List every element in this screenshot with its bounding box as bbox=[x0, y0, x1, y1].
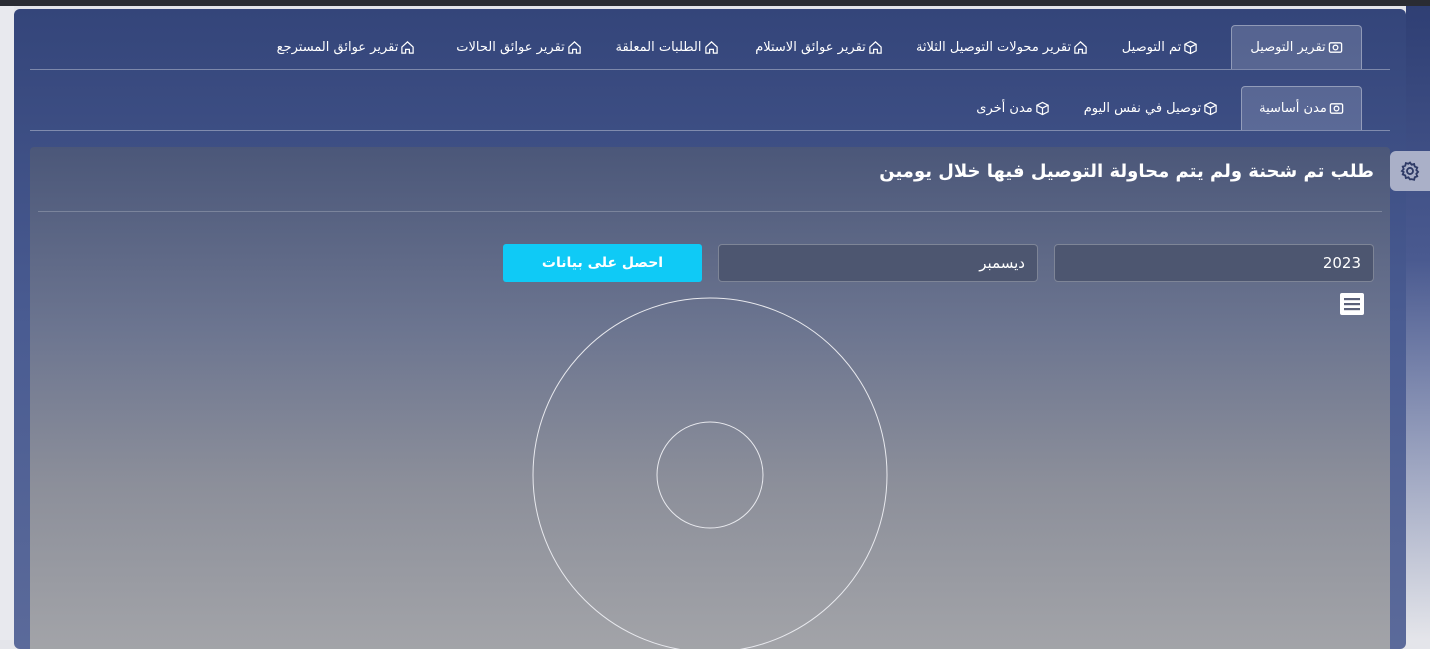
box-icon bbox=[1204, 101, 1218, 115]
right-page-edge bbox=[1406, 6, 1430, 640]
tab-label: تم التوصيل bbox=[1121, 39, 1182, 55]
box-icon bbox=[1036, 101, 1049, 115]
tab-label: تقرير التوصيل bbox=[1250, 40, 1326, 55]
primary-tab-bar: تقرير التوصيل تم التوصيل تقرير محولات ال… bbox=[30, 25, 1390, 70]
get-data-button[interactable]: احصل على بيانات bbox=[503, 244, 702, 282]
home-icon bbox=[704, 40, 718, 54]
month-select[interactable]: ديسمبر bbox=[718, 244, 1038, 282]
tab-pending-orders[interactable]: الطلبات المعلقة bbox=[610, 25, 724, 69]
camera-icon bbox=[1329, 103, 1344, 114]
tab-delivered[interactable]: تم التوصيل bbox=[1110, 25, 1210, 69]
box-icon bbox=[1184, 40, 1197, 54]
card-title: طلب تم شحنة ولم يتم محاولة التوصيل فيها … bbox=[879, 161, 1374, 182]
inner-ring bbox=[656, 421, 764, 529]
year-select[interactable]: 2023 bbox=[1054, 244, 1374, 282]
left-page-edge bbox=[0, 6, 14, 640]
tab-label: مدن أساسية bbox=[1259, 101, 1327, 116]
hamburger-menu-icon[interactable] bbox=[1340, 293, 1364, 315]
tab-label: تقرير عوائق الحالات bbox=[456, 39, 565, 55]
tab-pickup-obstacles-report[interactable]: تقرير عوائق الاستلام bbox=[746, 25, 892, 69]
tab-main-cities[interactable]: مدن أساسية bbox=[1241, 86, 1362, 130]
donut-chart-placeholder bbox=[532, 297, 888, 649]
tab-delivery-report[interactable]: تقرير التوصيل bbox=[1231, 25, 1362, 69]
tab-label: الطلبات المعلقة bbox=[615, 39, 702, 55]
tab-label: تقرير محولات التوصيل الثلاثة bbox=[915, 39, 1072, 55]
settings-toggle[interactable] bbox=[1390, 151, 1430, 191]
tab-other-cities[interactable]: مدن أخرى bbox=[968, 86, 1058, 130]
gear-icon bbox=[1400, 161, 1420, 181]
tab-label: توصيل في نفس اليوم bbox=[1083, 100, 1202, 116]
card-divider bbox=[38, 211, 1382, 212]
tab-label: مدن أخرى bbox=[976, 100, 1033, 116]
tab-label: تقرير عوائق الاستلام bbox=[755, 39, 866, 55]
browser-top-bar bbox=[0, 0, 1430, 6]
tab-three-attempts-report[interactable]: تقرير محولات التوصيل الثلاثة bbox=[914, 25, 1090, 69]
home-icon bbox=[568, 40, 581, 54]
secondary-tab-bar: مدن أساسية توصيل في نفس اليوم مدن أخرى bbox=[30, 86, 1390, 131]
tab-same-day-delivery[interactable]: توصيل في نفس اليوم bbox=[1080, 86, 1222, 130]
report-card: طلب تم شحنة ولم يتم محاولة التوصيل فيها … bbox=[30, 147, 1390, 649]
outer-ring bbox=[532, 297, 888, 649]
camera-icon bbox=[1328, 42, 1342, 53]
tab-status-obstacles-report[interactable]: تقرير عوائق الحالات bbox=[448, 25, 590, 69]
home-icon bbox=[1074, 40, 1087, 54]
home-icon bbox=[869, 40, 882, 54]
tab-returns-obstacles-report[interactable]: تقرير عوائق المسترجع bbox=[272, 25, 420, 69]
home-icon bbox=[401, 40, 415, 54]
report-panel: تقرير التوصيل تم التوصيل تقرير محولات ال… bbox=[14, 9, 1406, 649]
tab-label: تقرير عوائق المسترجع bbox=[276, 39, 399, 55]
